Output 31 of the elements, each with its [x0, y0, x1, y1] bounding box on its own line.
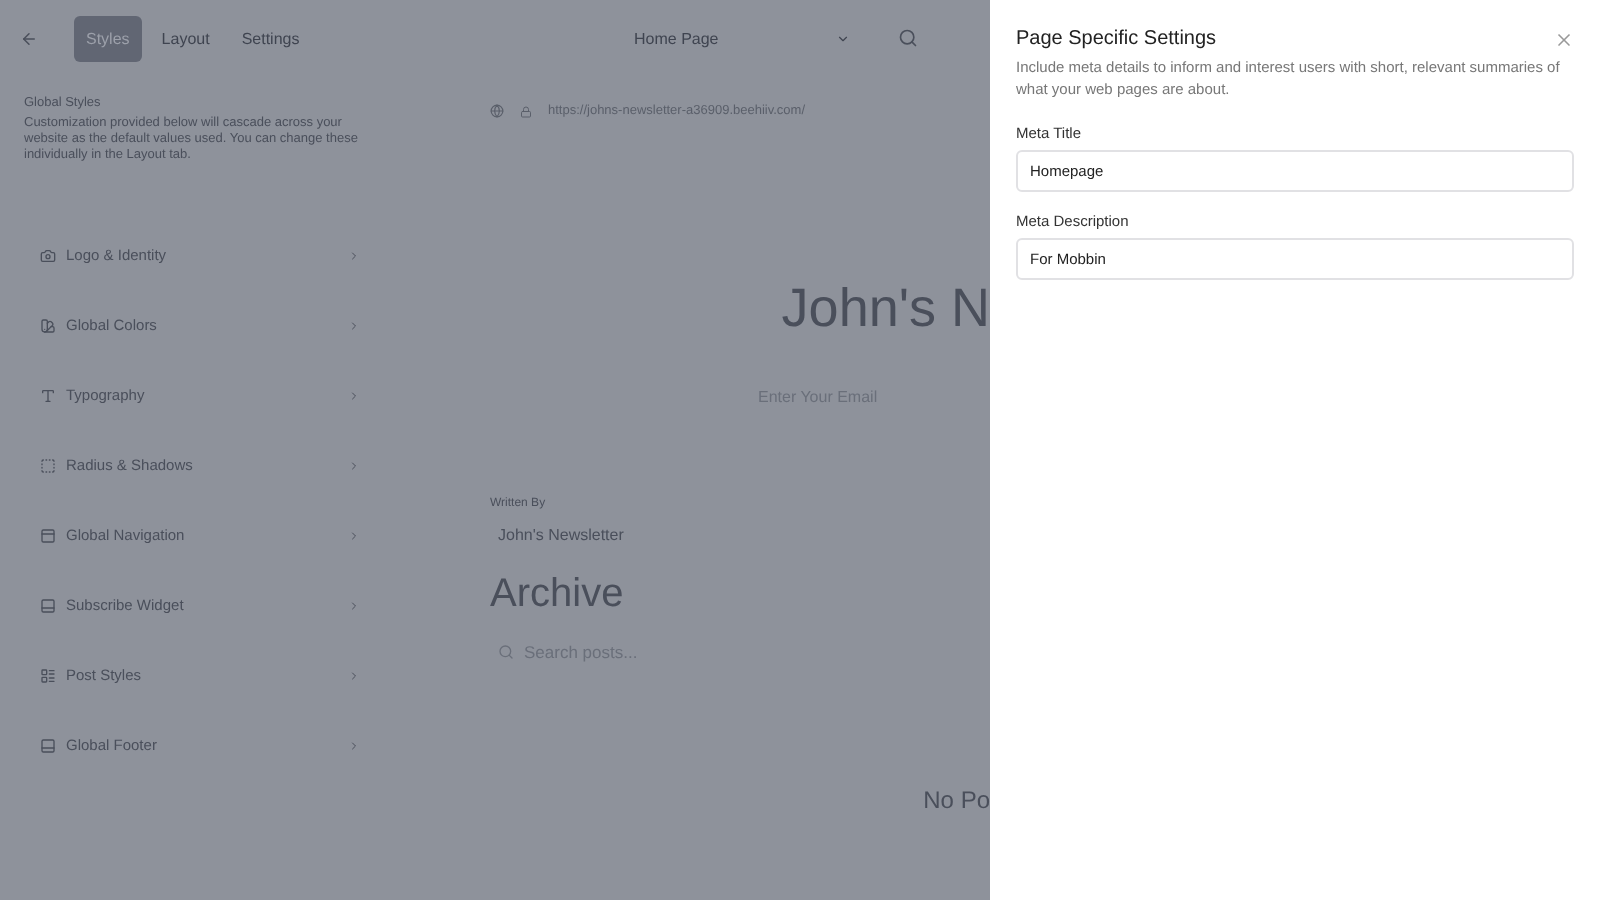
panel-top-icon	[40, 527, 56, 544]
tab[interactable]: Styles	[74, 15, 142, 61]
chevron-icon	[348, 739, 360, 752]
chevron-icon	[348, 599, 360, 612]
page-select[interactable]: Home Page	[622, 21, 862, 55]
chevron-icon	[348, 669, 360, 682]
archive-title: Archive	[490, 572, 626, 618]
chevron-icon	[348, 249, 360, 262]
panel-bottom-icon	[40, 597, 56, 614]
lock-icon	[520, 105, 532, 117]
chevron-icon	[348, 319, 360, 332]
chevron-icon	[348, 529, 360, 542]
camera-icon	[40, 247, 56, 264]
newsletter-heading: John's N	[781, 278, 990, 340]
author-name: John's Newsletter	[498, 526, 626, 544]
type-icon	[40, 387, 56, 404]
tab[interactable]: Layout	[149, 15, 222, 61]
globe-icon	[490, 104, 504, 118]
panel-bottom-icon	[40, 737, 56, 754]
empty-message: No Po	[923, 786, 990, 814]
list-layout-icon	[40, 667, 56, 684]
chevron-icon	[348, 389, 360, 402]
close-icon[interactable]	[1554, 29, 1574, 49]
back-arrow-icon[interactable]	[20, 29, 38, 47]
caret-icon	[836, 31, 850, 45]
chevron-icon	[348, 459, 360, 472]
tab[interactable]: Settings	[229, 15, 312, 61]
search-icon	[498, 644, 514, 660]
swatch-icon	[40, 317, 56, 334]
search-icon[interactable]	[898, 28, 918, 48]
drawer-title: Page Specific Settings	[1016, 28, 1217, 50]
